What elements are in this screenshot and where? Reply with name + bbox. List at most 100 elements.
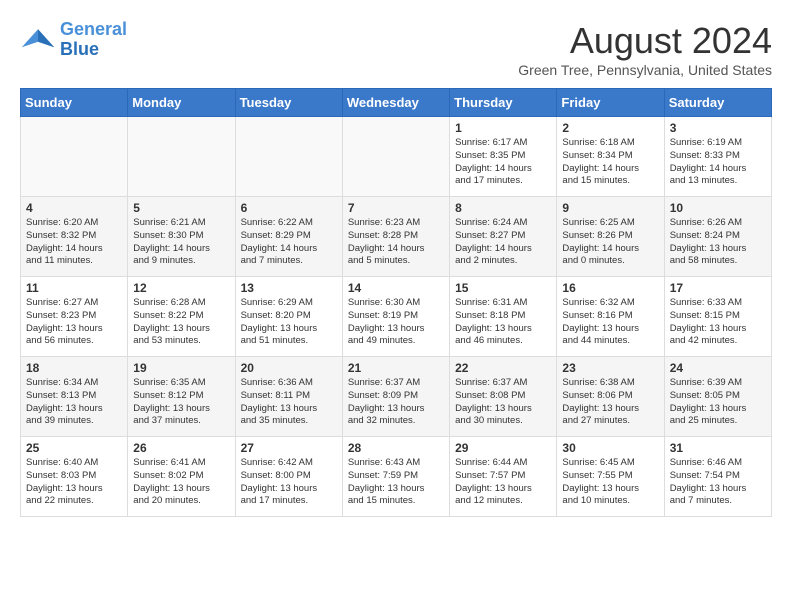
- weekday-header-sunday: Sunday: [21, 89, 128, 117]
- day-number: 17: [670, 281, 766, 295]
- day-number: 5: [133, 201, 229, 215]
- calendar-day-18: 18 Sunrise: 6:34 AMSunset: 8:13 PMDayligh…: [21, 357, 128, 437]
- day-info: Sunrise: 6:19 AMSunset: 8:33 PMDaylight:…: [670, 137, 766, 188]
- day-info: Sunrise: 6:45 AMSunset: 7:55 PMDaylight:…: [562, 457, 658, 508]
- calendar-day-23: 23 Sunrise: 6:38 AMSunset: 8:06 PMDayligh…: [557, 357, 664, 437]
- calendar-day-1: 1 Sunrise: 6:17 AMSunset: 8:35 PMDaylight…: [450, 117, 557, 197]
- calendar-day-5: 5 Sunrise: 6:21 AMSunset: 8:30 PMDaylight…: [128, 197, 235, 277]
- calendar-day-16: 16 Sunrise: 6:32 AMSunset: 8:16 PMDayligh…: [557, 277, 664, 357]
- calendar-week-row: 4Sunrise: 6:20 AMSunset: 8:32 PMDaylight…: [21, 197, 772, 277]
- calendar-empty-cell: [235, 117, 342, 197]
- day-number: 7: [348, 201, 444, 215]
- day-info: Sunrise: 6:44 AMSunset: 7:57 PMDaylight:…: [455, 457, 551, 508]
- page-header: General Blue August 2024 Green Tree, Pen…: [20, 20, 772, 78]
- day-number: 21: [348, 361, 444, 375]
- day-info: Sunrise: 6:37 AMSunset: 8:09 PMDaylight:…: [348, 377, 444, 428]
- calendar-table: SundayMondayTuesdayWednesdayThursdayFrid…: [20, 88, 772, 517]
- day-number: 27: [241, 441, 337, 455]
- day-info: Sunrise: 6:38 AMSunset: 8:06 PMDaylight:…: [562, 377, 658, 428]
- day-info: Sunrise: 6:18 AMSunset: 8:34 PMDaylight:…: [562, 137, 658, 188]
- calendar-day-27: 27 Sunrise: 6:42 AMSunset: 8:00 PMDayligh…: [235, 437, 342, 517]
- calendar-day-2: 2Sunrise: 6:18 AMSunset: 8:34 PMDaylight…: [557, 117, 664, 197]
- day-info: Sunrise: 6:46 AMSunset: 7:54 PMDaylight:…: [670, 457, 766, 508]
- calendar-day-3: 3 Sunrise: 6:19 AMSunset: 8:33 PMDaylight…: [664, 117, 771, 197]
- day-info: Sunrise: 6:43 AMSunset: 7:59 PMDaylight:…: [348, 457, 444, 508]
- calendar-day-8: 8Sunrise: 6:24 AMSunset: 8:27 PMDaylight…: [450, 197, 557, 277]
- day-info: Sunrise: 6:35 AMSunset: 8:12 PMDaylight:…: [133, 377, 229, 428]
- day-info: Sunrise: 6:28 AMSunset: 8:22 PMDaylight:…: [133, 297, 229, 348]
- day-info: Sunrise: 6:23 AMSunset: 8:28 PMDaylight:…: [348, 217, 444, 268]
- day-number: 3: [670, 121, 766, 135]
- calendar-day-12: 12Sunrise: 6:28 AMSunset: 8:22 PMDayligh…: [128, 277, 235, 357]
- day-info: Sunrise: 6:21 AMSunset: 8:30 PMDaylight:…: [133, 217, 229, 268]
- day-number: 13: [241, 281, 337, 295]
- calendar-day-6: 6Sunrise: 6:22 AMSunset: 8:29 PMDaylight…: [235, 197, 342, 277]
- day-number: 10: [670, 201, 766, 215]
- calendar-week-row: 25 Sunrise: 6:40 AMSunset: 8:03 PMDayligh…: [21, 437, 772, 517]
- month-title: August 2024: [518, 20, 772, 62]
- day-number: 30: [562, 441, 658, 455]
- day-info: Sunrise: 6:24 AMSunset: 8:27 PMDaylight:…: [455, 217, 551, 268]
- day-info: Sunrise: 6:29 AMSunset: 8:20 PMDaylight:…: [241, 297, 337, 348]
- calendar-day-15: 15 Sunrise: 6:31 AMSunset: 8:18 PMDayligh…: [450, 277, 557, 357]
- day-info: Sunrise: 6:31 AMSunset: 8:18 PMDaylight:…: [455, 297, 551, 348]
- calendar-day-17: 17 Sunrise: 6:33 AMSunset: 8:15 PMDayligh…: [664, 277, 771, 357]
- weekday-header-saturday: Saturday: [664, 89, 771, 117]
- logo: General Blue: [20, 20, 127, 60]
- calendar-day-4: 4Sunrise: 6:20 AMSunset: 8:32 PMDaylight…: [21, 197, 128, 277]
- calendar-day-25: 25 Sunrise: 6:40 AMSunset: 8:03 PMDayligh…: [21, 437, 128, 517]
- calendar-day-24: 24 Sunrise: 6:39 AMSunset: 8:05 PMDayligh…: [664, 357, 771, 437]
- day-info: Sunrise: 6:17 AMSunset: 8:35 PMDaylight:…: [455, 137, 551, 188]
- day-number: 31: [670, 441, 766, 455]
- calendar-day-22: 22Sunrise: 6:37 AMSunset: 8:08 PMDayligh…: [450, 357, 557, 437]
- day-info: Sunrise: 6:39 AMSunset: 8:05 PMDaylight:…: [670, 377, 766, 428]
- day-info: Sunrise: 6:33 AMSunset: 8:15 PMDaylight:…: [670, 297, 766, 348]
- calendar-week-row: 18 Sunrise: 6:34 AMSunset: 8:13 PMDayligh…: [21, 357, 772, 437]
- day-number: 23: [562, 361, 658, 375]
- logo-icon: [20, 22, 56, 58]
- day-number: 11: [26, 281, 122, 295]
- day-number: 1: [455, 121, 551, 135]
- day-info: Sunrise: 6:25 AMSunset: 8:26 PMDaylight:…: [562, 217, 658, 268]
- day-number: 15: [455, 281, 551, 295]
- day-info: Sunrise: 6:20 AMSunset: 8:32 PMDaylight:…: [26, 217, 122, 268]
- day-number: 18: [26, 361, 122, 375]
- day-info: Sunrise: 6:32 AMSunset: 8:16 PMDaylight:…: [562, 297, 658, 348]
- calendar-day-14: 14 Sunrise: 6:30 AMSunset: 8:19 PMDayligh…: [342, 277, 449, 357]
- day-number: 16: [562, 281, 658, 295]
- calendar-day-21: 21 Sunrise: 6:37 AMSunset: 8:09 PMDayligh…: [342, 357, 449, 437]
- calendar-week-row: 1 Sunrise: 6:17 AMSunset: 8:35 PMDaylight…: [21, 117, 772, 197]
- day-info: Sunrise: 6:26 AMSunset: 8:24 PMDaylight:…: [670, 217, 766, 268]
- day-info: Sunrise: 6:40 AMSunset: 8:03 PMDaylight:…: [26, 457, 122, 508]
- day-info: Sunrise: 6:22 AMSunset: 8:29 PMDaylight:…: [241, 217, 337, 268]
- day-number: 9: [562, 201, 658, 215]
- calendar-week-row: 11 Sunrise: 6:27 AMSunset: 8:23 PMDayligh…: [21, 277, 772, 357]
- day-number: 14: [348, 281, 444, 295]
- calendar-header-row: SundayMondayTuesdayWednesdayThursdayFrid…: [21, 89, 772, 117]
- day-info: Sunrise: 6:42 AMSunset: 8:00 PMDaylight:…: [241, 457, 337, 508]
- day-number: 26: [133, 441, 229, 455]
- day-number: 29: [455, 441, 551, 455]
- calendar-day-30: 30 Sunrise: 6:45 AMSunset: 7:55 PMDayligh…: [557, 437, 664, 517]
- day-number: 24: [670, 361, 766, 375]
- day-number: 25: [26, 441, 122, 455]
- day-info: Sunrise: 6:27 AMSunset: 8:23 PMDaylight:…: [26, 297, 122, 348]
- calendar-empty-cell: [342, 117, 449, 197]
- weekday-header-friday: Friday: [557, 89, 664, 117]
- day-info: Sunrise: 6:37 AMSunset: 8:08 PMDaylight:…: [455, 377, 551, 428]
- day-number: 20: [241, 361, 337, 375]
- calendar-day-20: 20 Sunrise: 6:36 AMSunset: 8:11 PMDayligh…: [235, 357, 342, 437]
- calendar-day-31: 31 Sunrise: 6:46 AMSunset: 7:54 PMDayligh…: [664, 437, 771, 517]
- day-info: Sunrise: 6:30 AMSunset: 8:19 PMDaylight:…: [348, 297, 444, 348]
- day-number: 28: [348, 441, 444, 455]
- calendar-day-29: 29 Sunrise: 6:44 AMSunset: 7:57 PMDayligh…: [450, 437, 557, 517]
- weekday-header-tuesday: Tuesday: [235, 89, 342, 117]
- calendar-day-13: 13 Sunrise: 6:29 AMSunset: 8:20 PMDayligh…: [235, 277, 342, 357]
- calendar-day-28: 28 Sunrise: 6:43 AMSunset: 7:59 PMDayligh…: [342, 437, 449, 517]
- calendar-day-11: 11 Sunrise: 6:27 AMSunset: 8:23 PMDayligh…: [21, 277, 128, 357]
- day-info: Sunrise: 6:36 AMSunset: 8:11 PMDaylight:…: [241, 377, 337, 428]
- day-info: Sunrise: 6:34 AMSunset: 8:13 PMDaylight:…: [26, 377, 122, 428]
- calendar-day-7: 7 Sunrise: 6:23 AMSunset: 8:28 PMDaylight…: [342, 197, 449, 277]
- calendar-day-9: 9 Sunrise: 6:25 AMSunset: 8:26 PMDaylight…: [557, 197, 664, 277]
- weekday-header-thursday: Thursday: [450, 89, 557, 117]
